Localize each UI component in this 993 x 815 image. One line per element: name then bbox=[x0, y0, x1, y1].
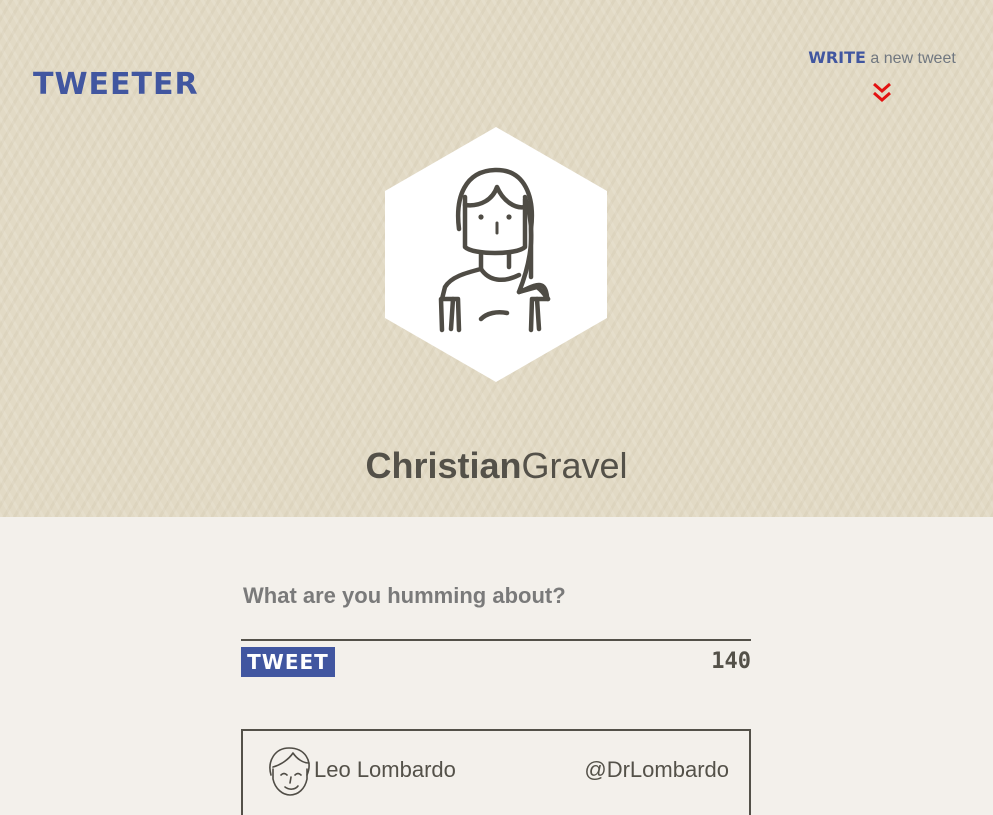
tweet-composer: TWEET 140 bbox=[241, 575, 751, 683]
profile-name: ChristianGravel bbox=[0, 444, 993, 488]
tweet-text-input[interactable] bbox=[241, 575, 751, 641]
tweet-author-handle[interactable]: @DrLombardo bbox=[584, 757, 729, 783]
write-tweet-toggle[interactable]: WRITE a new tweet bbox=[790, 44, 974, 105]
composer-footer: TWEET 140 bbox=[241, 647, 751, 683]
double-chevron-down-icon[interactable] bbox=[870, 81, 894, 105]
tweet-card: Leo Lombardo @DrLombardo bbox=[241, 729, 751, 815]
character-counter: 140 bbox=[711, 649, 751, 674]
profile-last-name: Gravel bbox=[521, 445, 628, 486]
tweet-author-name[interactable]: Leo Lombardo bbox=[314, 757, 456, 783]
woman-avatar-icon bbox=[385, 127, 607, 382]
tweet-button[interactable]: TWEET bbox=[241, 647, 335, 677]
profile-header: TWEETER WRITE a new tweet ChristianGrave… bbox=[0, 0, 993, 517]
brand-logo[interactable]: TWEETER bbox=[33, 66, 199, 104]
write-word: WRITE bbox=[808, 48, 866, 67]
profile-first-name: Christian bbox=[365, 445, 522, 486]
tweet-header: Leo Lombardo @DrLombardo bbox=[265, 745, 729, 801]
profile-avatar bbox=[385, 127, 607, 382]
write-tweet-hint: a new tweet bbox=[865, 50, 956, 67]
write-tweet-label[interactable]: WRITE a new tweet bbox=[790, 44, 974, 73]
man-avatar-icon bbox=[269, 747, 310, 796]
